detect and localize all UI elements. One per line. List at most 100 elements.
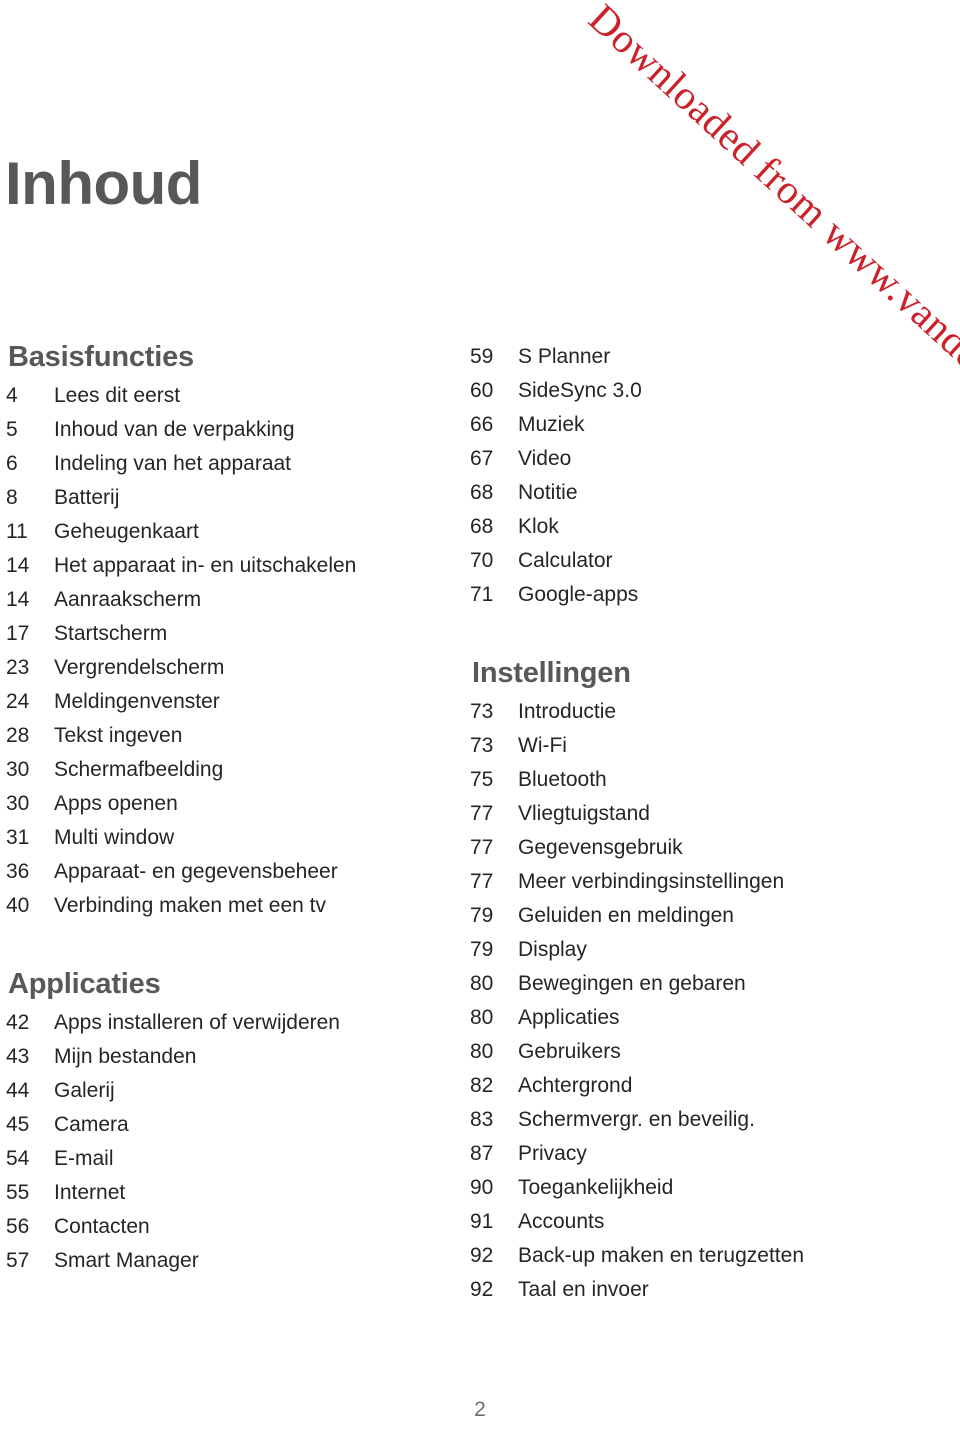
- toc-entry[interactable]: 43 Mijn bestanden: [6, 1040, 436, 1074]
- toc-entry-page: 87: [470, 1142, 494, 1165]
- toc-entry-page: 79: [470, 938, 494, 961]
- toc-entry[interactable]: 68 Klok: [470, 510, 940, 544]
- toc-entry-page: 71: [470, 583, 494, 606]
- toc-entry[interactable]: 4 Lees dit eerst: [6, 379, 436, 413]
- toc-entry-page: 77: [470, 802, 494, 825]
- toc-entry-page: 57: [6, 1249, 30, 1272]
- section-heading: Instellingen: [472, 657, 631, 689]
- toc-entry-page: 92: [470, 1244, 494, 1267]
- toc-entry-label: Schermvergr. en beveilig.: [518, 1108, 755, 1131]
- toc-entry[interactable]: 11 Geheugenkaart: [6, 515, 436, 549]
- toc-entry[interactable]: 14 Aanraakscherm: [6, 583, 436, 617]
- toc-entry[interactable]: 44 Galerij: [6, 1074, 436, 1108]
- toc-entry-label: E-mail: [54, 1147, 114, 1170]
- toc-entry[interactable]: 17 Startscherm: [6, 617, 436, 651]
- toc-entry[interactable]: 14 Het apparaat in- en uitschakelen: [6, 549, 436, 583]
- toc-entry-page: 45: [6, 1113, 30, 1136]
- toc-entry[interactable]: 75 Bluetooth: [470, 763, 940, 797]
- toc-entry-page: 4: [6, 384, 18, 407]
- toc-entry[interactable]: 55 Internet: [6, 1176, 436, 1210]
- toc-entry-label: Vergrendelscherm: [54, 656, 225, 679]
- toc-entry[interactable]: 82 Achtergrond: [470, 1069, 940, 1103]
- toc-entry-label: Geluiden en meldingen: [518, 904, 734, 927]
- section-heading: Applicaties: [8, 968, 161, 1000]
- toc-entry[interactable]: 24 Meldingenvenster: [6, 685, 436, 719]
- toc-entry-page: 11: [6, 520, 28, 543]
- toc-entry[interactable]: 5 Inhoud van de verpakking: [6, 413, 436, 447]
- toc-entry[interactable]: 73 Introductie: [470, 695, 940, 729]
- toc-entry-label: Batterij: [54, 486, 120, 509]
- toc-entry-label: Gebruikers: [518, 1040, 621, 1063]
- toc-entry[interactable]: 23 Vergrendelscherm: [6, 651, 436, 685]
- toc-entry-page: 24: [6, 690, 30, 713]
- toc-entry-page: 8: [6, 486, 18, 509]
- toc-entry[interactable]: 77 Gegevensgebruik: [470, 831, 940, 865]
- toc-entry[interactable]: 6 Indeling van het apparaat: [6, 447, 436, 481]
- toc-entry-label: Internet: [54, 1181, 126, 1204]
- toc-entry[interactable]: 67 Video: [470, 442, 940, 476]
- toc-entry[interactable]: 79 Display: [470, 933, 940, 967]
- toc-entry-page: 66: [470, 413, 494, 436]
- toc-entry[interactable]: 45 Camera: [6, 1108, 436, 1142]
- toc-entry-label: Taal en invoer: [518, 1278, 649, 1301]
- toc-entry-label: Galerij: [54, 1079, 115, 1102]
- toc-entry[interactable]: 40 Verbinding maken met een tv: [6, 889, 436, 923]
- toc-entry[interactable]: 30 Schermafbeelding: [6, 753, 436, 787]
- toc-entry-label: Wi-Fi: [518, 734, 567, 757]
- toc-entry-label: Mijn bestanden: [54, 1045, 197, 1068]
- toc-entry[interactable]: 80 Bewegingen en gebaren: [470, 967, 940, 1001]
- toc-entry[interactable]: 36 Apparaat- en gegevensbeheer: [6, 855, 436, 889]
- toc-entry[interactable]: 56 Contacten: [6, 1210, 436, 1244]
- toc-entry[interactable]: 77 Vliegtuigstand: [470, 797, 940, 831]
- toc-entry-page: 36: [6, 860, 30, 883]
- toc-entry[interactable]: 68 Notitie: [470, 476, 940, 510]
- toc-entry-label: Bluetooth: [518, 768, 607, 791]
- left-sections-container: Basisfuncties 4 Lees dit eerst 5 Inhoud van …: [6, 340, 436, 1278]
- toc-entry[interactable]: 87 Privacy: [470, 1137, 940, 1171]
- toc-entry[interactable]: 54 E-mail: [6, 1142, 436, 1176]
- toc-section: 59 S Planner 60 SideSync 3.0 66 Muziek 67 Video…: [470, 340, 940, 612]
- toc-entry[interactable]: 73 Wi-Fi: [470, 729, 940, 763]
- toc-entry[interactable]: 70 Calculator: [470, 544, 940, 578]
- toc-entry-label: Toegankelijkheid: [518, 1176, 674, 1199]
- toc-entry[interactable]: 92 Taal en invoer: [470, 1273, 940, 1307]
- toc-entry[interactable]: 90 Toegankelijkheid: [470, 1171, 940, 1205]
- toc-entry-page: 77: [470, 836, 494, 859]
- toc-entry-page: 42: [6, 1011, 30, 1034]
- toc-entry[interactable]: 57 Smart Manager: [6, 1244, 436, 1278]
- toc-entry[interactable]: 79 Geluiden en meldingen: [470, 899, 940, 933]
- toc-section: Instellingen 73 Introductie 73 Wi-Fi 75 Blueto…: [470, 656, 940, 1307]
- toc-entry-label: Meer verbindingsinstellingen: [518, 870, 785, 893]
- toc-entry[interactable]: 60 SideSync 3.0: [470, 374, 940, 408]
- toc-entry-label: Tekst ingeven: [54, 724, 183, 747]
- toc-entry[interactable]: 92 Back-up maken en terugzetten: [470, 1239, 940, 1273]
- toc-entry[interactable]: 28 Tekst ingeven: [6, 719, 436, 753]
- toc-entry[interactable]: 66 Muziek: [470, 408, 940, 442]
- toc-entry[interactable]: 31 Multi window: [6, 821, 436, 855]
- toc-list: 73 Introductie 73 Wi-Fi 75 Bluetooth 77 Vliegtu…: [470, 695, 940, 1307]
- toc-entry-page: 75: [470, 768, 494, 791]
- toc-entry-label: Lees dit eerst: [54, 384, 181, 407]
- toc-entry[interactable]: 8 Batterij: [6, 481, 436, 515]
- toc-entry-label: Apps openen: [54, 792, 178, 815]
- toc-entry-label: Video: [518, 447, 572, 470]
- toc-entry[interactable]: 77 Meer verbindingsinstellingen: [470, 865, 940, 899]
- toc-entry-label: Indeling van het apparaat: [54, 452, 292, 475]
- section-heading: Basisfuncties: [8, 341, 194, 373]
- toc-entry-label: Privacy: [518, 1142, 587, 1165]
- toc-entry-page: 55: [6, 1181, 30, 1204]
- toc-entry[interactable]: 80 Gebruikers: [470, 1035, 940, 1069]
- watermark-text: Downloaded from www.vandenborre.be: [580, 0, 960, 487]
- toc-entry[interactable]: 30 Apps openen: [6, 787, 436, 821]
- toc-entry[interactable]: 80 Applicaties: [470, 1001, 940, 1035]
- toc-entry[interactable]: 83 Schermvergr. en beveilig.: [470, 1103, 940, 1137]
- toc-entry-page: 23: [6, 656, 30, 679]
- toc-entry[interactable]: 91 Accounts: [470, 1205, 940, 1239]
- toc-entry-label: Bewegingen en gebaren: [518, 972, 746, 995]
- toc-entry[interactable]: 42 Apps installeren of verwijderen: [6, 1006, 436, 1040]
- toc-entry-page: 68: [470, 481, 494, 504]
- toc-entry[interactable]: 71 Google-apps: [470, 578, 940, 612]
- page-number: 2: [474, 1398, 486, 1421]
- toc-entry[interactable]: 59 S Planner: [470, 340, 940, 374]
